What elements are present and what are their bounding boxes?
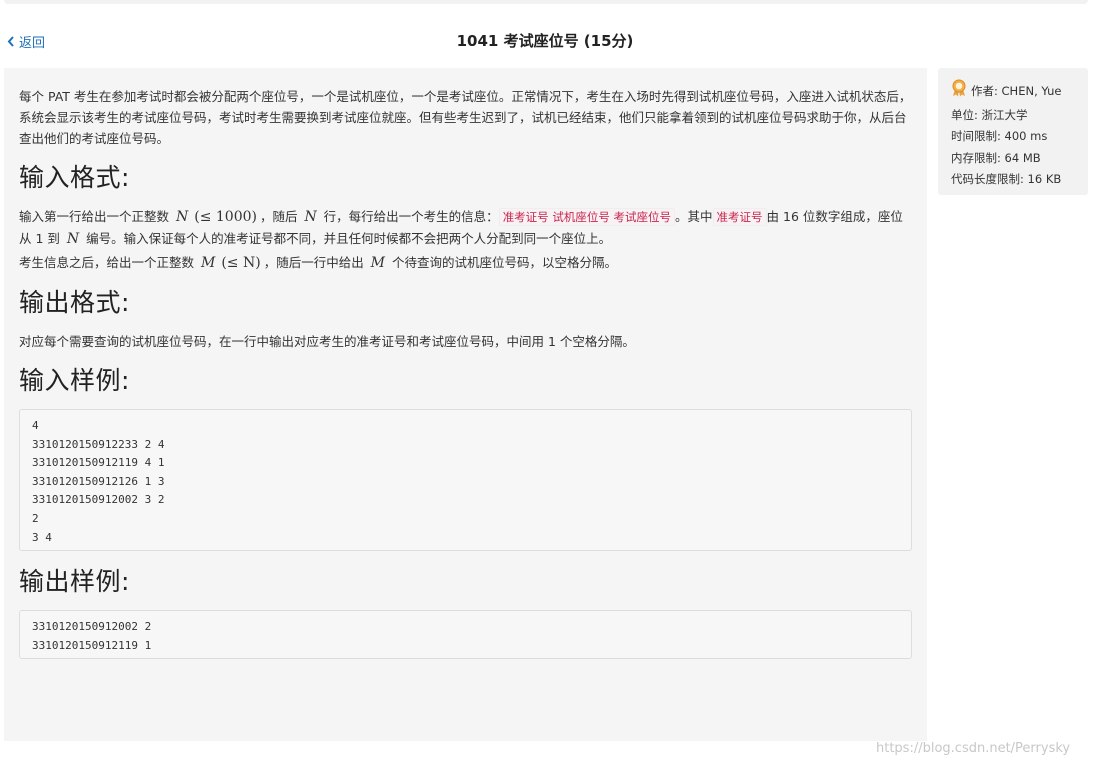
medal-icon	[951, 79, 967, 105]
sample-input-block[interactable]: 4 3310120150912233 2 4 3310120150912119 …	[19, 409, 912, 552]
back-button[interactable]: 返回	[7, 31, 45, 51]
unit-text: 单位: 浙江大学	[951, 107, 1028, 122]
problem-description: 每个 PAT 考生在参加考试时都会被分配两个座位号，一个是试机座位，一个是考试座…	[19, 89, 912, 146]
sample-input-heading: 输入样例:	[19, 366, 130, 395]
output-format-paragraph: 对应每个需要查询的试机座位号码，在一行中输出对应考生的准考证号和考试座位号码，中…	[19, 334, 635, 349]
inline-code-format: 准考证号 试机座位号 考试座位号	[498, 208, 675, 226]
author-text: 作者: CHEN, Yue	[971, 84, 1062, 98]
time-limit-text: 时间限制: 400 ms	[951, 129, 1048, 144]
text-segment: 考生信息之后，给出一个正整数	[19, 255, 198, 270]
text-segment: ，随后	[259, 209, 302, 224]
math-constraint: (≤ 1000)	[194, 209, 257, 225]
text-segment: 编号。输入保证每个人的准考证号都不同，并且任何时候都不会把两个人分配到同一个座位…	[82, 231, 612, 246]
input-format-paragraph-1: 输入第一行给出一个正整数 N (≤ 1000) ，随后 N 行，每行给出一个考生的信…	[19, 206, 912, 250]
text-segment: ，随后一行中给出	[263, 255, 368, 270]
text-segment: 行，每行给出一个考生的信息：	[319, 209, 499, 224]
sample-output-block[interactable]: 3310120150912002 2 3310120150912119 1	[19, 610, 912, 660]
problem-content: 每个 PAT 考生在参加考试时都会被分配两个座位号，一个是试机座位，一个是考试座…	[4, 68, 927, 741]
chevron-left-icon	[7, 35, 14, 47]
problem-meta-panel: 作者: CHEN, Yue 单位: 浙江大学 时间限制: 400 ms 内存限制…	[938, 68, 1088, 195]
text-segment: 。其中	[675, 209, 713, 224]
text-segment: 输入第一行给出一个正整数	[19, 209, 173, 224]
math-m: M	[370, 255, 386, 271]
page-title: 1041 考试座位号 (15分)	[456, 32, 634, 50]
input-format-heading: 输入格式:	[19, 163, 130, 192]
input-format-paragraph-2: 考生信息之后，给出一个正整数 M (≤ N) ，随后一行中给出 M 个待查询的试机座…	[19, 252, 912, 274]
top-strip	[4, 0, 1088, 4]
math-m: M	[200, 255, 216, 271]
output-format-heading: 输出格式:	[19, 288, 130, 317]
watermark: https://blog.csdn.net/Perrysky	[876, 741, 1071, 756]
text-segment: 个待查询的试机座位号码，以空格分隔。	[388, 255, 617, 270]
memory-limit-text: 内存限制: 64 MB	[951, 150, 1041, 165]
back-label: 返回	[19, 35, 46, 51]
math-n: N	[304, 209, 317, 225]
code-limit-text: 代码长度限制: 16 KB	[951, 172, 1062, 187]
math-n: N	[66, 231, 80, 247]
author-row: 作者: CHEN, Yue	[951, 79, 1088, 105]
sample-output-heading: 输出样例:	[19, 567, 130, 597]
inline-code-ticket: 准考证号	[712, 208, 767, 226]
math-n: N	[175, 209, 189, 225]
math-constraint: (≤ N)	[221, 255, 261, 271]
